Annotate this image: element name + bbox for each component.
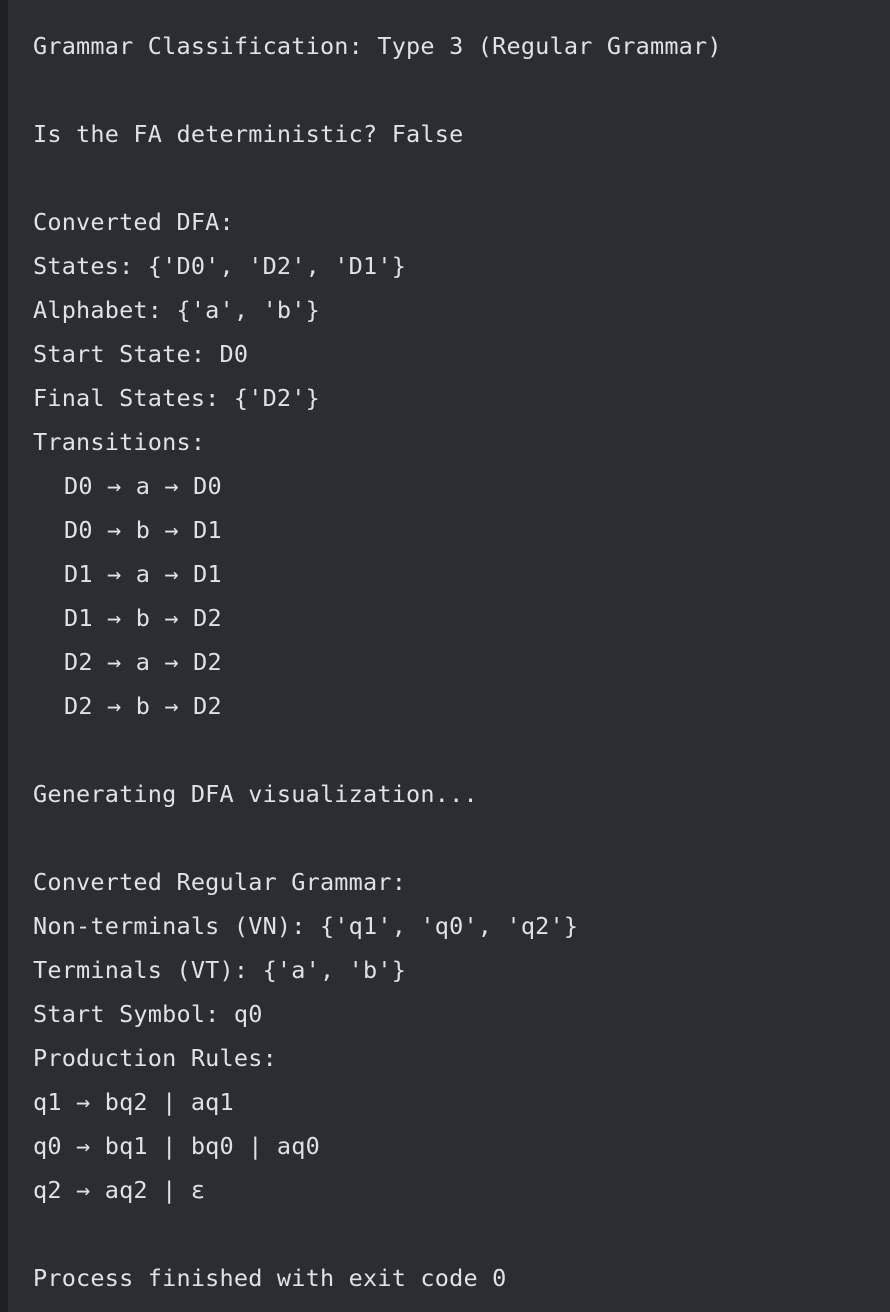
dfa-transition-line: D0 → b → D1 [64,516,222,544]
dfa-transition-line: D0 → a → D0 [64,472,222,500]
dfa-transition-line: D1 → b → D2 [64,604,222,632]
grammar-heading: Converted Regular Grammar: [33,868,407,896]
process-exit-line: Process finished with exit code 0 [33,1264,507,1292]
grammar-nonterminals-line: Non-terminals (VN): {'q1', 'q0', 'q2'} [33,912,579,940]
dfa-transition-line: D1 → a → D1 [64,560,222,588]
deterministic-check-line: Is the FA deterministic? False [33,120,464,148]
dfa-alphabet-line: Alphabet: {'a', 'b'} [33,296,320,324]
dfa-heading: Converted DFA: [33,208,234,236]
run-console-output: Grammar Classification: Type 3 (Regular … [8,0,890,1312]
grammar-terminals-line: Terminals (VT): {'a', 'b'} [33,956,407,984]
grammar-start-symbol-line: Start Symbol: q0 [33,1000,263,1028]
dfa-transition-line: D2 → b → D2 [64,692,222,720]
production-rule-line: q0 → bq1 | bq0 | aq0 [33,1132,320,1160]
dfa-final-states-line: Final States: {'D2'} [33,384,320,412]
grammar-classification-line: Grammar Classification: Type 3 (Regular … [33,32,722,60]
dfa-transitions-heading: Transitions: [33,428,206,456]
dfa-start-state-line: Start State: D0 [33,340,249,368]
production-rule-line: q1 → bq2 | aq1 [33,1088,234,1116]
visualization-status-line: Generating DFA visualization... [33,780,478,808]
production-rule-line: q2 → aq2 | ε [33,1176,206,1204]
production-rules-heading: Production Rules: [33,1044,277,1072]
dfa-transition-line: D2 → a → D2 [64,648,222,676]
dfa-states-line: States: {'D0', 'D2', 'D1'} [33,252,407,280]
